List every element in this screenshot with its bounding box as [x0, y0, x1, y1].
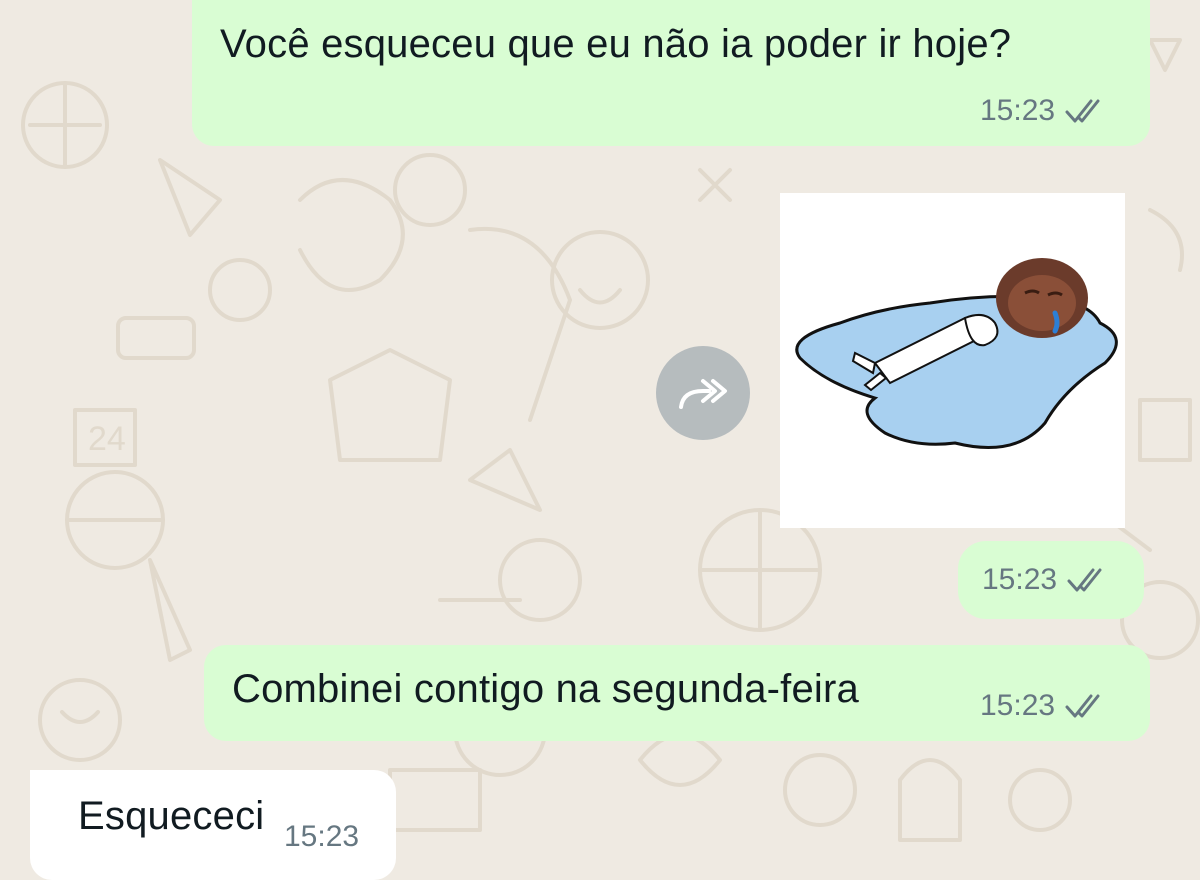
outgoing-message-bubble[interactable]: Combinei contigo na segunda-feira 15:23 — [204, 645, 1150, 741]
double-check-icon — [1065, 99, 1100, 123]
message-text: Você esqueceu que eu não ia poder ir hoj… — [220, 22, 1012, 66]
message-time: 15:23 — [284, 820, 360, 853]
message-meta: 15:23 — [980, 94, 1107, 128]
incoming-message-bubble[interactable]: Esquececi 15:23 — [30, 770, 396, 880]
double-check-icon — [1065, 694, 1100, 718]
message-text: Combinei contigo na segunda-feira — [232, 667, 859, 711]
sticker-image[interactable] — [780, 193, 1125, 528]
svg-text:24: 24 — [88, 420, 126, 458]
message-meta: 15:23 — [980, 689, 1107, 723]
message-time: 15:23 — [980, 689, 1056, 722]
message-text: Esquececi — [78, 794, 265, 838]
message-time: 15:23 — [982, 563, 1058, 596]
sticker-meta-bubble: 15:23 — [958, 541, 1144, 619]
person-lying-in-puddle-crying-sticker — [795, 258, 1118, 449]
outgoing-message-bubble[interactable]: Você esqueceu que eu não ia poder ir hoj… — [192, 0, 1150, 146]
double-check-icon — [1067, 568, 1102, 592]
message-time: 15:23 — [980, 94, 1056, 127]
forward-icon — [679, 379, 727, 409]
forward-button[interactable] — [656, 346, 750, 440]
message-meta: 15:23 — [982, 563, 1109, 597]
message-meta: 15:23 — [284, 820, 359, 854]
